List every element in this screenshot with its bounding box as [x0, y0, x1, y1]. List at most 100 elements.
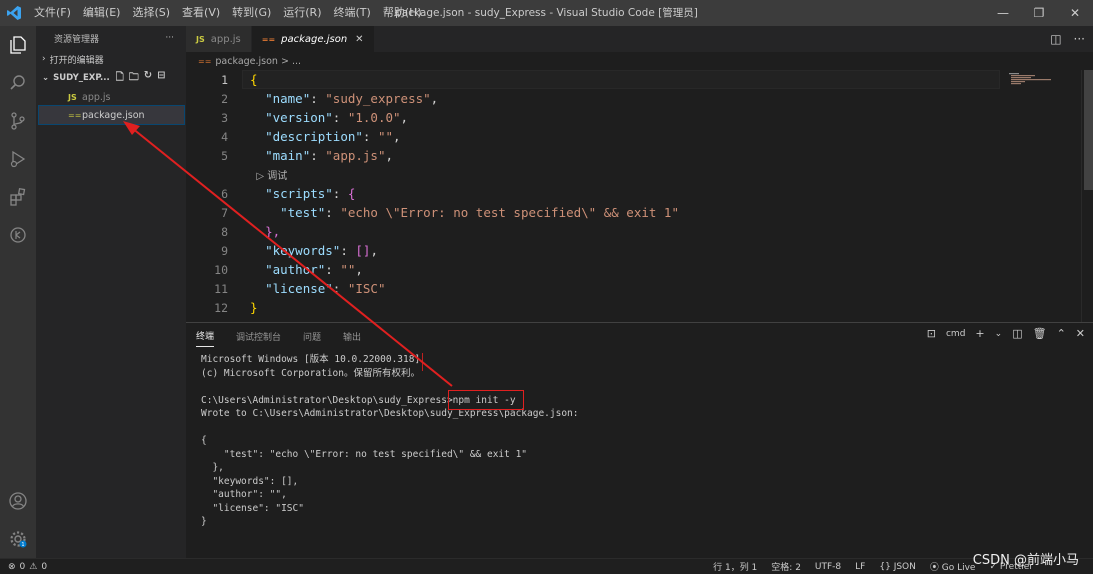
js-file-icon: JS	[68, 92, 77, 102]
error-icon[interactable]: ⊗	[8, 562, 16, 572]
activity-bar: 1	[0, 26, 36, 558]
chevron-down-icon[interactable]: ⌄	[995, 329, 1003, 339]
new-file-icon[interactable]: 🗋	[116, 70, 124, 87]
panel-tab[interactable]: 问题	[303, 326, 321, 347]
restore-button[interactable]: ❐	[1021, 0, 1057, 26]
workspace-folder[interactable]: ⌄ SUDY_EXP... 🗋 🗀 ↻ ⊟	[36, 68, 186, 88]
code-token: :	[325, 262, 341, 277]
split-editor-icon[interactable]: ◫	[1050, 32, 1061, 46]
extensions-icon[interactable]	[0, 178, 36, 216]
code-token: :	[325, 205, 341, 220]
close-tab-icon[interactable]: ✕	[355, 34, 363, 45]
menu-item[interactable]: 终端(T)	[328, 0, 377, 26]
line-number: 8	[221, 225, 228, 239]
panel-tab[interactable]: 终端	[196, 325, 215, 347]
line-number: 2	[221, 92, 228, 106]
run-debug-icon[interactable]	[0, 140, 36, 178]
code-token: "version"	[265, 110, 333, 125]
warning-icon[interactable]: ⚠	[29, 562, 37, 572]
encoding[interactable]: UTF-8	[815, 562, 841, 572]
breadcrumb-path: package.json > ...	[215, 55, 302, 67]
go-live-button[interactable]: ⦿ Go Live	[930, 560, 976, 573]
debug-codelens[interactable]: ▷ 调试	[250, 171, 287, 182]
code-token: ""	[340, 262, 356, 277]
error-count[interactable]: 0	[20, 562, 26, 572]
remote-explorer-icon[interactable]	[0, 216, 36, 254]
js-file-icon: JS	[196, 34, 205, 44]
menu-item[interactable]: 运行(R)	[277, 0, 327, 26]
manage-gear-icon[interactable]: 1	[0, 520, 36, 558]
close-window-button[interactable]: ✕	[1057, 0, 1093, 26]
menu-item[interactable]: 编辑(E)	[77, 0, 127, 26]
menu-item[interactable]: 查看(V)	[176, 0, 226, 26]
file-item-package-json[interactable]: == package.json	[38, 105, 185, 125]
explorer-sidebar: 资源管理器 ··· › 打开的编辑器 ⌄ SUDY_EXP... 🗋 🗀 ↻ ⊟…	[36, 26, 186, 558]
panel-tab[interactable]: 调试控制台	[236, 326, 281, 347]
open-editors-section[interactable]: › 打开的编辑器	[36, 50, 186, 68]
code-line: 1{	[186, 70, 257, 89]
line-number: 6	[221, 187, 228, 201]
end-of-line[interactable]: LF	[855, 562, 865, 572]
annotation-box	[414, 353, 423, 371]
warning-count[interactable]: 0	[41, 562, 47, 572]
terminal-line: "license": "ISC"	[201, 502, 304, 514]
tab-label: app.js	[210, 33, 241, 45]
menu-item[interactable]: 转到(G)	[226, 0, 277, 26]
panel-tab[interactable]: 输出	[343, 326, 361, 347]
menu-item[interactable]: 文件(F)	[28, 0, 77, 26]
code-token: ""	[377, 129, 394, 144]
code-line: ▷ 调试	[186, 165, 287, 184]
minimap[interactable]	[1009, 70, 1079, 322]
minimize-button[interactable]: —	[985, 0, 1021, 26]
more-actions-icon[interactable]: ···	[165, 33, 174, 43]
close-panel-icon[interactable]: ✕	[1076, 327, 1085, 340]
refresh-icon[interactable]: ↻	[144, 70, 152, 87]
explorer-icon[interactable]	[0, 26, 36, 64]
collapse-all-icon[interactable]: ⊟	[157, 70, 165, 87]
trash-icon[interactable]: 🗑	[1033, 327, 1047, 340]
split-terminal-icon[interactable]: ◫	[1012, 327, 1022, 340]
indentation[interactable]: 空格: 2	[771, 560, 801, 573]
terminal-line: },	[201, 462, 224, 473]
code-token: ,	[370, 243, 378, 258]
code-token: ,	[400, 110, 409, 125]
menu-item[interactable]: 帮助(H)	[377, 0, 428, 26]
cursor-position[interactable]: 行 1，列 1	[713, 560, 757, 573]
more-actions-icon[interactable]: ···	[1074, 32, 1085, 46]
maximize-panel-icon[interactable]: ⌃	[1057, 327, 1066, 340]
search-icon[interactable]	[0, 64, 36, 102]
code-editor[interactable]: 1{2 "name": "sudy_express", 3 "version": …	[186, 70, 1093, 322]
menu-item[interactable]: 选择(S)	[126, 0, 176, 26]
tab-package-json[interactable]: == package.json ✕	[251, 26, 375, 52]
file-item-app-js[interactable]: JS app.js	[36, 88, 186, 106]
terminal-output[interactable]: Microsoft Windows [版本 10.0.22000.318] (c)…	[201, 353, 579, 529]
code-line: 2 "name": "sudy_express",	[186, 89, 438, 108]
code-token: :	[310, 91, 326, 106]
account-icon[interactable]	[0, 482, 36, 520]
code-token: "scripts"	[265, 186, 333, 201]
tab-app-js[interactable]: JS app.js	[186, 26, 252, 52]
line-number: 1	[221, 73, 228, 87]
line-number: 9	[221, 244, 228, 258]
code-token: "author"	[265, 262, 326, 277]
code-token: },	[265, 224, 281, 239]
editor-scrollbar[interactable]	[1081, 70, 1093, 322]
terminal-shell-label[interactable]: cmd	[946, 329, 965, 339]
line-number: 10	[214, 263, 228, 277]
new-folder-icon[interactable]: 🗀	[129, 70, 139, 87]
line-number: 4	[221, 130, 228, 144]
json-file-icon: ==	[261, 34, 276, 44]
language-mode[interactable]: {} JSON	[879, 562, 916, 572]
breadcrumb[interactable]: == package.json > ...	[186, 52, 1093, 70]
new-terminal-icon[interactable]: +	[975, 327, 984, 340]
explorer-title: 资源管理器	[54, 34, 100, 45]
json-file-icon: ==	[198, 56, 212, 66]
source-control-icon[interactable]	[0, 102, 36, 140]
code-token: {	[250, 72, 258, 87]
line-number: 3	[221, 111, 228, 125]
